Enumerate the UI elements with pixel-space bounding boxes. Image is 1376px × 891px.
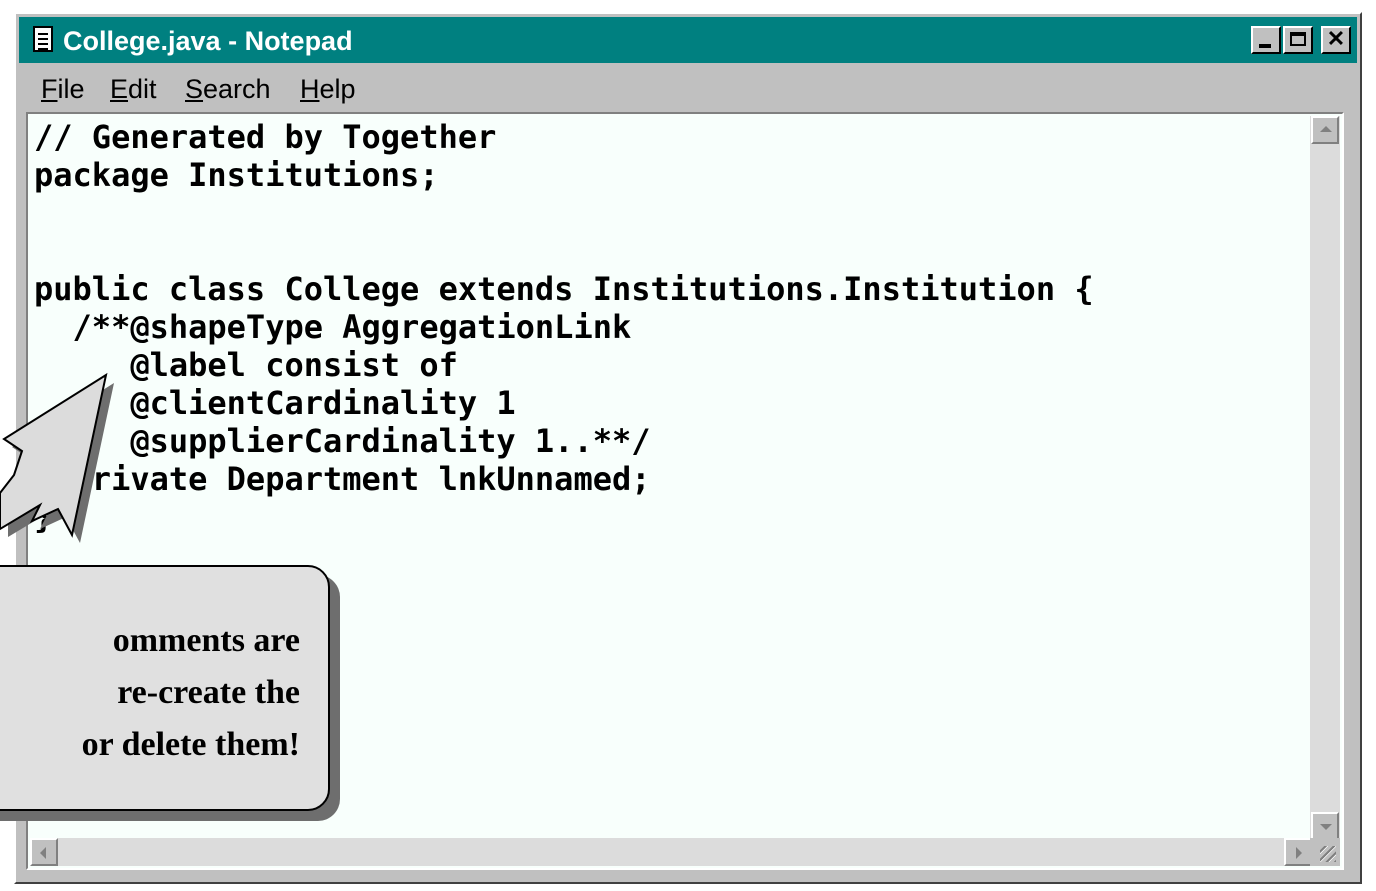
arrow-right-icon bbox=[1296, 847, 1302, 859]
title-bar[interactable]: College.java - Notepad ✕ bbox=[19, 17, 1357, 63]
menu-help-mnemonic: H bbox=[300, 74, 320, 104]
window-title: College.java - Notepad bbox=[63, 26, 353, 56]
close-icon: ✕ bbox=[1326, 26, 1346, 51]
notepad-icon[interactable] bbox=[33, 26, 53, 52]
menu-edit-label: dit bbox=[128, 74, 157, 104]
arrow-left-icon bbox=[40, 847, 46, 859]
horizontal-scrollbar[interactable] bbox=[30, 838, 1312, 866]
callout-arrow-icon bbox=[0, 372, 114, 543]
scroll-down-button[interactable] bbox=[1311, 812, 1339, 840]
resize-grip[interactable] bbox=[1310, 838, 1340, 866]
minimize-icon bbox=[1259, 44, 1271, 48]
scroll-left-button[interactable] bbox=[30, 838, 58, 866]
menu-search[interactable]: Search bbox=[185, 74, 271, 105]
menu-bar: File Edit Search Help bbox=[19, 66, 1357, 110]
arrow-up-icon bbox=[1320, 126, 1332, 132]
close-button[interactable]: ✕ bbox=[1321, 26, 1351, 54]
scroll-up-button[interactable] bbox=[1311, 116, 1339, 144]
vertical-scrollbar[interactable] bbox=[1310, 116, 1340, 840]
arrow-down-icon bbox=[1320, 824, 1332, 830]
menu-search-label: earch bbox=[203, 74, 271, 104]
maximize-button[interactable] bbox=[1283, 26, 1313, 54]
callout-text: omments are re-create the or delete them… bbox=[81, 622, 300, 763]
callout-box: omments are re-create the or delete them… bbox=[0, 565, 330, 811]
code-text[interactable]: // Generated by Together package Institu… bbox=[34, 118, 1094, 536]
maximize-icon bbox=[1290, 32, 1306, 46]
scroll-right-button[interactable] bbox=[1284, 838, 1312, 866]
minimize-button[interactable] bbox=[1251, 26, 1281, 54]
menu-file-label: ile bbox=[57, 74, 85, 104]
menu-search-mnemonic: S bbox=[185, 74, 204, 104]
menu-edit[interactable]: Edit bbox=[110, 74, 157, 105]
menu-help[interactable]: Help bbox=[300, 74, 356, 105]
menu-file[interactable]: File bbox=[41, 74, 85, 105]
menu-file-mnemonic: F bbox=[41, 74, 58, 104]
menu-edit-mnemonic: E bbox=[110, 74, 129, 104]
menu-help-label: elp bbox=[319, 74, 356, 104]
